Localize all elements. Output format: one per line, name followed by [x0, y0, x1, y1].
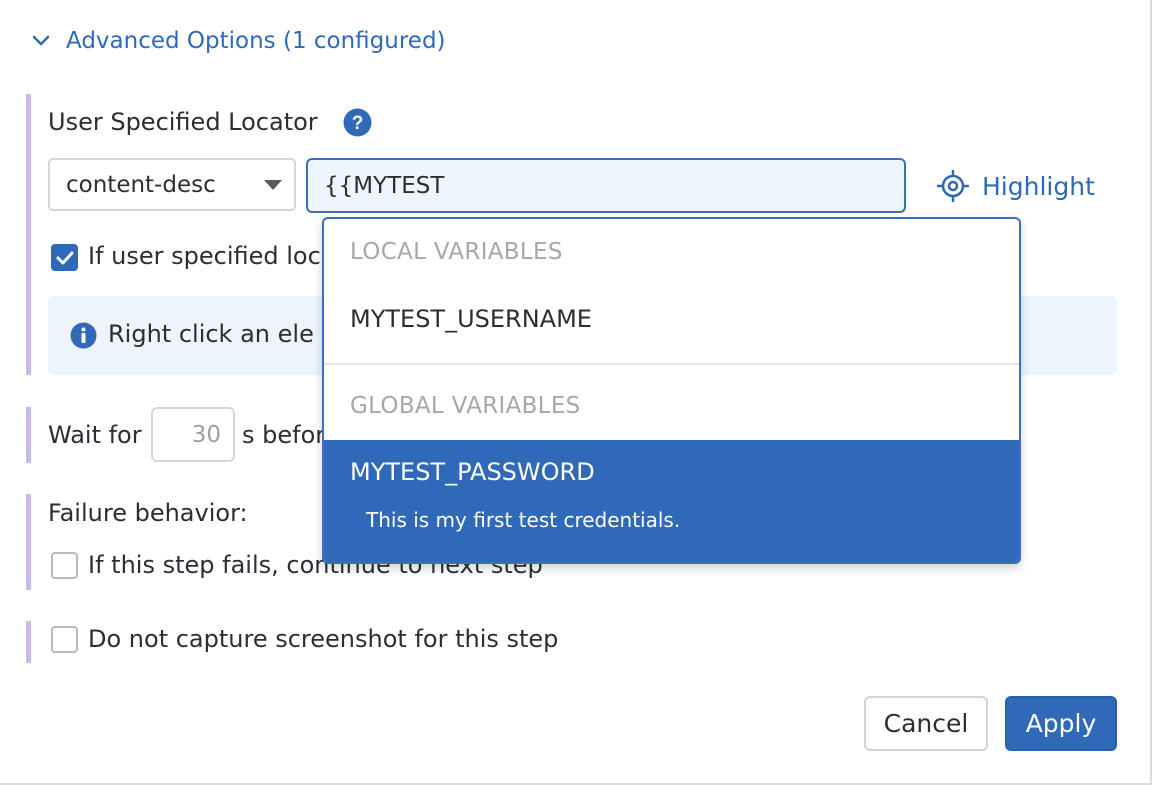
section-bar-failure [26, 494, 31, 590]
global-variables-heading: GLOBAL VARIABLES [350, 393, 581, 419]
variable-option-name: MYTEST_USERNAME [350, 305, 592, 333]
step-advanced-options-panel: Advanced Options (1 configured) User Spe… [0, 0, 1152, 785]
checkmark-icon [56, 251, 74, 265]
locator-strategy-select[interactable]: content-desc [48, 158, 296, 211]
variable-option-local[interactable]: MYTEST_USERNAME [324, 305, 1019, 333]
chevron-down-icon [32, 35, 50, 46]
locator-strategy-value: content-desc [66, 171, 216, 198]
wait-prefix: Wait for [48, 421, 142, 449]
highlight-button[interactable]: Highlight [937, 170, 1095, 202]
continue-on-fail-checkbox[interactable] [51, 552, 78, 579]
variable-option-global-selected[interactable]: MYTEST_PASSWORD This is my first test cr… [324, 440, 1019, 562]
highlight-label: Highlight [982, 171, 1095, 201]
wait-suffix: s befor [242, 421, 326, 449]
failure-heading: Failure behavior: [48, 499, 248, 527]
local-variables-heading: LOCAL VARIABLES [350, 239, 563, 265]
locator-value-input[interactable] [306, 158, 906, 213]
advanced-options-title[interactable]: Advanced Options (1 configured) [66, 28, 446, 54]
wait-seconds-input[interactable] [151, 407, 235, 462]
variable-option-description: This is my first test credentials. [366, 508, 681, 532]
no-screenshot-label: Do not capture screenshot for this step [88, 625, 559, 653]
advanced-options-toggle[interactable]: Advanced Options (1 configured) [30, 28, 446, 54]
apply-button[interactable]: Apply [1005, 696, 1117, 751]
no-screenshot-checkbox[interactable] [51, 626, 78, 653]
locator-label: User Specified Locator [48, 108, 318, 136]
section-bar-locator [26, 94, 31, 375]
help-icon[interactable]: ? [343, 108, 372, 137]
dropdown-divider [324, 363, 1019, 365]
section-bar-screenshot [26, 621, 31, 663]
variable-autocomplete-dropdown: LOCAL VARIABLES MYTEST_USERNAME GLOBAL V… [322, 217, 1021, 564]
fallback-checkbox[interactable] [51, 244, 78, 271]
info-text: Right click an ele [108, 320, 314, 348]
cancel-button[interactable]: Cancel [864, 696, 988, 751]
svg-text:?: ? [352, 113, 364, 134]
crosshair-icon [937, 170, 969, 202]
variable-option-name: MYTEST_PASSWORD [350, 458, 595, 486]
fallback-label: If user specified loc [88, 242, 321, 270]
caret-down-icon [264, 180, 282, 190]
section-bar-wait [26, 407, 31, 463]
info-icon [70, 322, 97, 349]
